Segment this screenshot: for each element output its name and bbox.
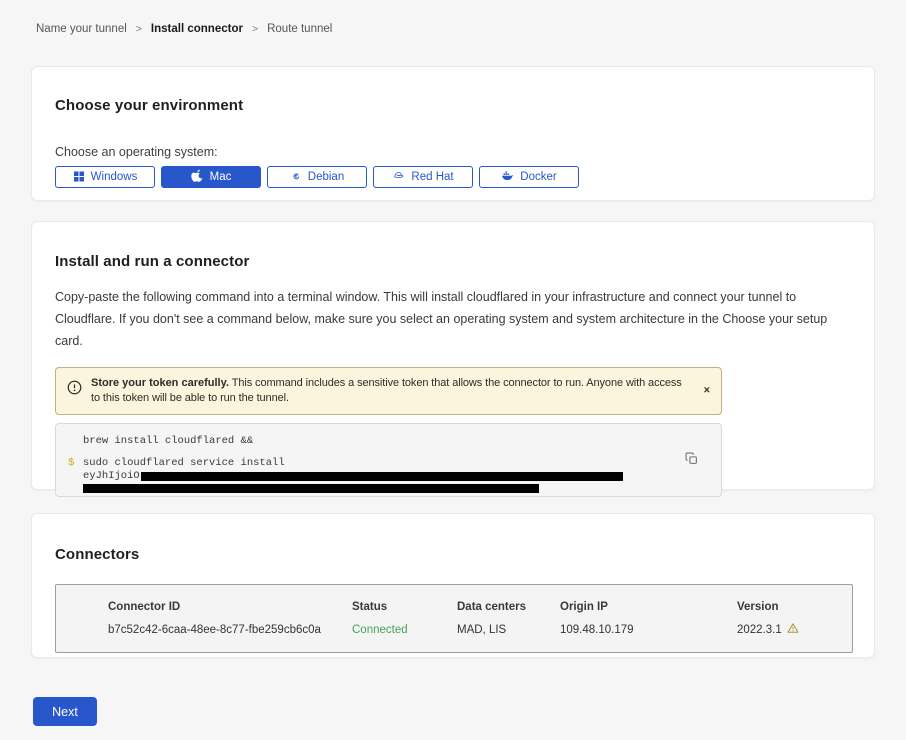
install-command-code-block: brew install cloudflared && $ sudo cloud… (55, 423, 722, 497)
os-button-label: Windows (91, 171, 138, 183)
col-data-centers: Data centers (457, 601, 560, 613)
install-connector-description: Copy-paste the following command into a … (55, 286, 851, 352)
next-button[interactable]: Next (33, 697, 97, 726)
os-button-windows[interactable]: Windows (55, 166, 155, 188)
os-button-redhat[interactable]: Red Hat (373, 166, 473, 188)
alert-circle-icon (67, 380, 82, 400)
version-value: 2022.3.1 (737, 624, 782, 636)
col-connector-id: Connector ID (108, 601, 352, 613)
os-button-label: Docker (520, 171, 556, 183)
code-line-sudo: sudo cloudflared service install (83, 457, 681, 469)
code-line-brew: brew install cloudflared && (83, 435, 681, 447)
connectors-card: Connectors Connector ID Status Data cent… (31, 513, 875, 658)
token-warning-banner: Store your token carefully. This command… (55, 367, 722, 415)
origin-ip-value: 109.48.10.179 (560, 624, 737, 636)
os-button-docker[interactable]: Docker (479, 166, 579, 188)
os-button-label: Red Hat (411, 171, 453, 183)
col-origin-ip: Origin IP (560, 601, 737, 613)
windows-icon (73, 170, 85, 185)
os-button-debian[interactable]: Debian (267, 166, 367, 188)
connector-id-value: b7c52c42-6caa-48ee-8c77-fbe259cb6c0a (108, 624, 352, 636)
copy-icon[interactable] (685, 452, 698, 465)
col-status: Status (352, 601, 457, 613)
environment-card-title: Choose your environment (55, 97, 851, 114)
connectors-table-header: Connector ID Status Data centers Origin … (108, 601, 842, 613)
install-connector-title: Install and run a connector (55, 253, 851, 270)
connectors-title: Connectors (55, 546, 851, 563)
environment-card: Choose your environment Choose an operat… (31, 66, 875, 201)
redacted-token-bar (83, 484, 539, 493)
breadcrumb-route-tunnel[interactable]: Route tunnel (267, 23, 332, 35)
os-select-label: Choose an operating system: (55, 145, 851, 159)
redacted-token-bar (141, 472, 623, 481)
breadcrumb: Name your tunnel > Install connector > R… (36, 23, 332, 35)
breadcrumb-separator: > (136, 23, 142, 35)
debian-icon (290, 170, 302, 185)
data-centers-value: MAD, LIS (457, 624, 560, 636)
os-button-mac[interactable]: Mac (161, 166, 261, 188)
close-icon[interactable]: × (704, 386, 710, 397)
status-badge: Connected (352, 624, 457, 636)
redhat-icon (392, 169, 405, 185)
shell-prompt: $ (68, 457, 83, 493)
install-connector-card: Install and run a connector Copy-paste t… (31, 221, 875, 490)
os-button-group: Windows Mac Debian Red Hat Docker (55, 166, 851, 188)
breadcrumb-name-your-tunnel[interactable]: Name your tunnel (36, 23, 127, 35)
col-version: Version (737, 601, 842, 613)
token-warning-title: Store your token carefully. (91, 377, 229, 389)
token-prefix: eyJhIjoiO (83, 470, 140, 482)
warning-triangle-icon (787, 622, 799, 637)
apple-icon (191, 169, 204, 185)
os-button-label: Debian (308, 171, 344, 183)
docker-icon (501, 169, 514, 185)
breadcrumb-install-connector[interactable]: Install connector (151, 23, 243, 35)
breadcrumb-separator: > (252, 23, 258, 35)
os-button-label: Mac (210, 171, 232, 183)
table-row: b7c52c42-6caa-48ee-8c77-fbe259cb6c0a Con… (108, 622, 842, 637)
token-warning-text: Store your token carefully. This command… (91, 376, 687, 406)
connectors-table: Connector ID Status Data centers Origin … (55, 584, 853, 653)
